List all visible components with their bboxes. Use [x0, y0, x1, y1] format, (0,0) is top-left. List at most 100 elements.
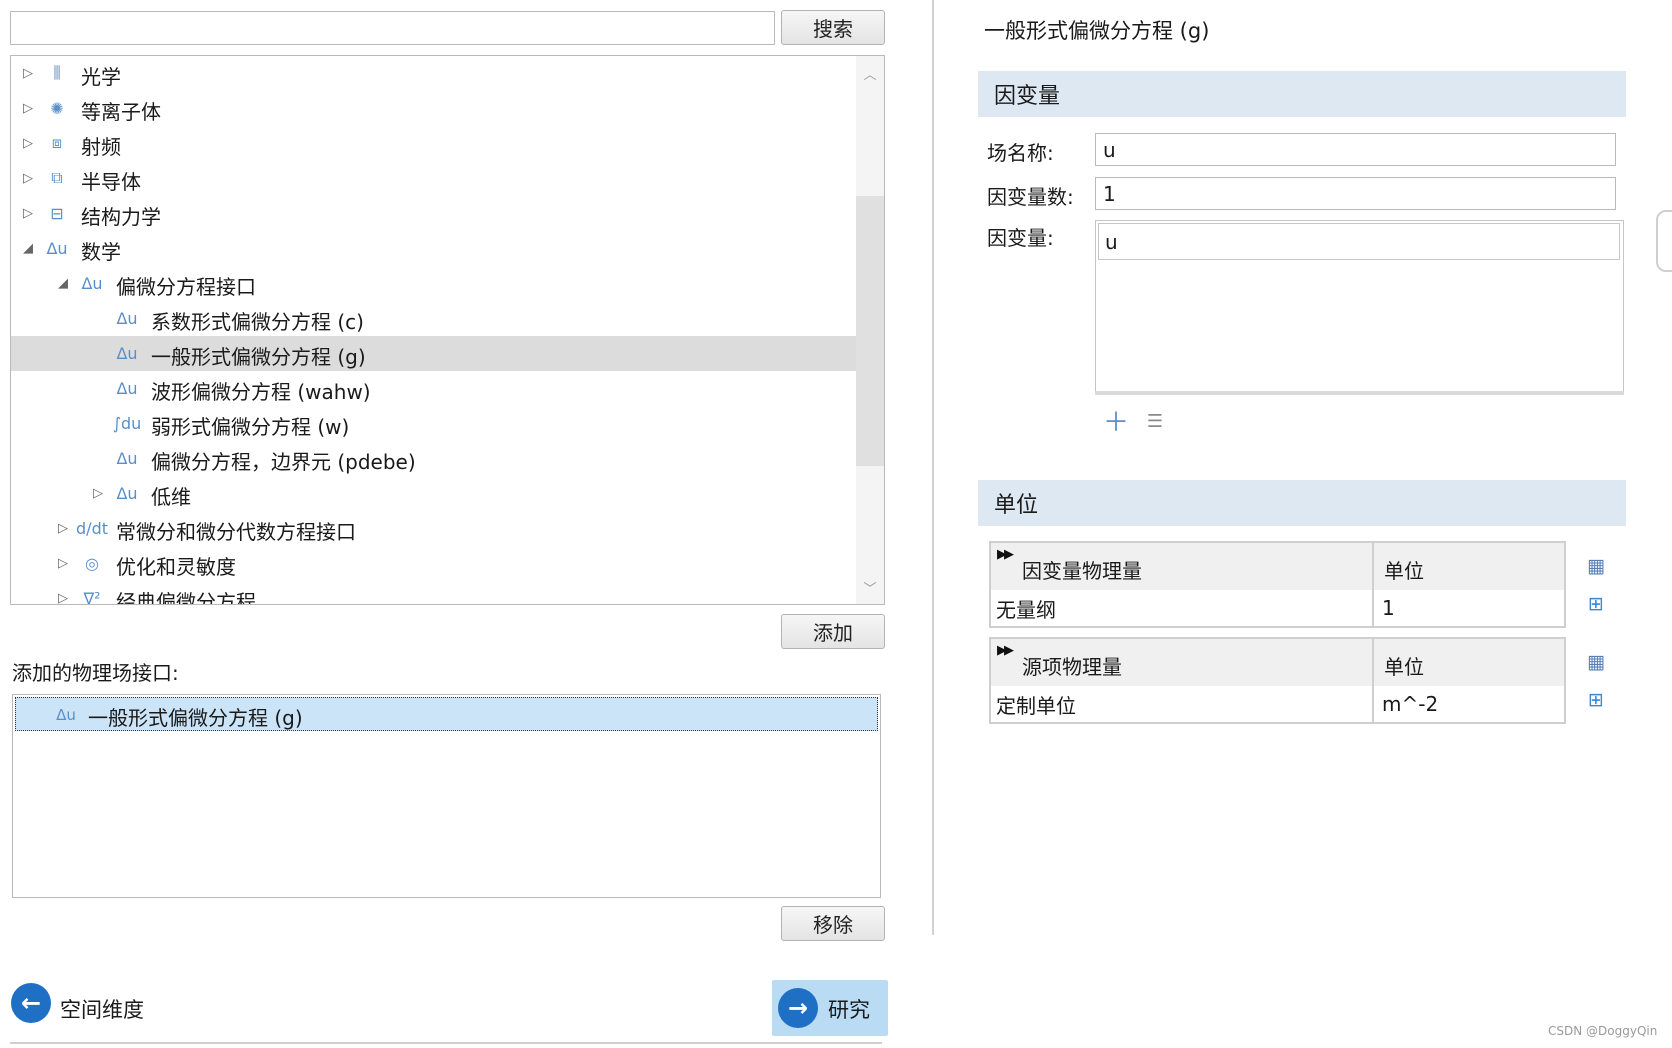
tree-item[interactable]: ▷ ◎ 优化和灵敏度 [11, 546, 856, 581]
structural-icon: ⊟ [50, 203, 64, 223]
table-header: 单位 [1374, 543, 1564, 590]
tree-item[interactable]: ▷ Δu 低维 [11, 476, 856, 511]
list-item[interactable]: Δu 一般形式偏微分方程 (g) [15, 697, 878, 731]
tree-item[interactable]: ▷ ⧈ 射频 [11, 126, 856, 161]
plus-icon[interactable]: ＋ [1102, 405, 1130, 438]
tree-item-label: 等离子体 [81, 100, 161, 124]
tree-item[interactable]: ▷ d/dt 常微分和微分代数方程接口 [11, 511, 856, 546]
added-interfaces-list[interactable]: Δu 一般形式偏微分方程 (g) [12, 694, 881, 898]
edit-table-icon[interactable]: ▦ [1582, 552, 1610, 580]
tree-item-label: 半导体 [81, 170, 141, 194]
tree-item-label: 光学 [81, 65, 121, 89]
table-cell[interactable]: 无量纲 [991, 590, 1372, 626]
search-input[interactable] [10, 11, 775, 45]
tree-item-label: 波形偏微分方程 (wahw) [151, 380, 371, 404]
section-dependent-variables[interactable]: 因变量 [978, 71, 1626, 117]
tree-item-label: 偏微分方程接口 [116, 275, 256, 299]
table-header: 源项物理量 [991, 639, 1372, 686]
math-icon: Δu [46, 238, 68, 258]
collapsed-arrow-icon[interactable]: ▷ [56, 591, 70, 605]
collapsed-arrow-icon[interactable]: ▷ [21, 171, 35, 186]
section-units[interactable]: 单位 [978, 480, 1626, 526]
insert-row-icon[interactable]: ⊞ [1582, 590, 1610, 618]
tree-item-label: 一般形式偏微分方程 (g) [151, 345, 366, 369]
tree-scrollbar[interactable]: ︿ ﹀ [856, 56, 884, 604]
expanded-arrow-icon[interactable]: ◢ [56, 276, 70, 291]
side-panel-handle[interactable] [1656, 210, 1672, 272]
optimization-icon: ◎ [85, 553, 99, 573]
plasma-icon: ✺ [50, 98, 64, 118]
pde-icon: Δu [116, 343, 138, 363]
clear-list-icon[interactable]: ☰ [1140, 406, 1170, 436]
tree-item[interactable]: Δu 系数形式偏微分方程 (c) [11, 301, 856, 336]
back-link[interactable]: 空间维度 [60, 994, 144, 1024]
panel-divider[interactable] [932, 0, 934, 935]
table-cell[interactable]: m^-2 [1374, 686, 1564, 722]
pde-icon: Δu [56, 706, 76, 724]
tree-item-label: 结构力学 [81, 205, 161, 229]
column-separator [1372, 639, 1374, 724]
add-button[interactable]: 添加 [781, 614, 885, 649]
collapsed-arrow-icon[interactable]: ▷ [21, 206, 35, 221]
tree-item[interactable]: ▷ ⧉ 半导体 [11, 161, 856, 196]
tree-item[interactable]: ◢ Δu 偏微分方程接口 [11, 266, 856, 301]
added-item-label: 一般形式偏微分方程 (g) [88, 706, 303, 730]
tree-item[interactable]: ∫du 弱形式偏微分方程 (w) [11, 406, 856, 441]
scroll-up-icon[interactable]: ︿ [856, 60, 884, 86]
back-arrow-icon[interactable]: ← [11, 983, 51, 1023]
dep-list-scrollbar [1095, 391, 1624, 395]
expanded-arrow-icon[interactable]: ◢ [21, 241, 35, 256]
tree-item[interactable]: Δu 一般形式偏微分方程 (g) [11, 336, 856, 371]
boundary-element-icon: Δu [116, 448, 138, 468]
tree-item[interactable]: ▷ ⫼ 光学 [11, 56, 856, 91]
units-table-source[interactable]: 源项物理量 单位 ▶▶ 定制单位 m^-2 [989, 637, 1566, 724]
dep-vars-list[interactable]: u [1095, 220, 1624, 393]
collapsed-arrow-icon[interactable]: ▷ [21, 136, 35, 151]
bottom-divider [10, 1042, 882, 1044]
tree-item-label: 经典偏微分方程 [116, 590, 256, 605]
collapsed-arrow-icon[interactable]: ▷ [56, 521, 70, 536]
tree-item-label: 常微分和微分代数方程接口 [116, 520, 356, 544]
field-name-input[interactable]: u [1095, 133, 1616, 166]
ode-icon: d/dt [76, 518, 108, 538]
list-item[interactable]: u [1098, 223, 1620, 260]
units-table-dependent[interactable]: 因变量物理量 单位 ▶▶ 无量纲 1 [989, 541, 1566, 628]
tree-item-label: 低维 [151, 485, 191, 509]
tree-item[interactable]: ▷ ✺ 等离子体 [11, 91, 856, 126]
weak-form-icon: ∫du [112, 413, 142, 433]
table-header: 单位 [1374, 639, 1564, 686]
tree-item-label: 优化和灵敏度 [116, 555, 236, 579]
physics-tree[interactable]: ▷ ∇² 经典偏微分方程 ▷ ◎ 优化和灵敏度 ▷ d/dt 常微分和微分代数方程接口 ▷ Δu 低维… [10, 55, 885, 605]
dep-count-input[interactable]: 1 [1095, 177, 1616, 210]
collapsed-arrow-icon[interactable]: ▷ [21, 101, 35, 116]
search-button[interactable]: 搜索 [781, 10, 885, 45]
column-separator [1372, 543, 1374, 628]
tree-item[interactable]: Δu 偏微分方程，边界元 (pdebe) [11, 441, 856, 476]
pde-icon: Δu [116, 378, 138, 398]
expand-columns-icon[interactable]: ▶▶ [997, 643, 1014, 658]
tree-item[interactable]: ▷ ⊟ 结构力学 [11, 196, 856, 231]
rf-icon: ⧈ [51, 133, 63, 152]
tree-item-label: 弱形式偏微分方程 (w) [151, 415, 350, 439]
table-cell[interactable]: 1 [1374, 590, 1564, 626]
added-interfaces-label: 添加的物理场接口: [12, 661, 179, 685]
tree-item[interactable]: ▷ ∇² 经典偏微分方程 [11, 581, 856, 605]
dep-vars-label: 因变量: [987, 226, 1054, 250]
scroll-down-icon[interactable]: ﹀ [856, 574, 884, 600]
scroll-thumb[interactable] [856, 196, 884, 466]
insert-row-icon[interactable]: ⊞ [1582, 686, 1610, 714]
tree-item[interactable]: Δu 波形偏微分方程 (wahw) [11, 371, 856, 406]
collapsed-arrow-icon[interactable]: ▷ [91, 486, 105, 501]
page-title: 一般形式偏微分方程 (g) [984, 19, 1210, 43]
edit-table-icon[interactable]: ▦ [1582, 648, 1610, 676]
dep-count-label: 因变量数: [987, 185, 1074, 209]
table-cell[interactable]: 定制单位 [991, 686, 1372, 722]
collapsed-arrow-icon[interactable]: ▷ [21, 66, 35, 81]
remove-button[interactable]: 移除 [781, 906, 885, 941]
tree-item[interactable]: ◢ Δu 数学 [11, 231, 856, 266]
tree-item-label: 射频 [81, 135, 121, 159]
pde-icon: Δu [116, 308, 138, 328]
next-button-label: 研究 [828, 998, 870, 1022]
expand-columns-icon[interactable]: ▶▶ [997, 547, 1014, 562]
collapsed-arrow-icon[interactable]: ▷ [56, 556, 70, 571]
